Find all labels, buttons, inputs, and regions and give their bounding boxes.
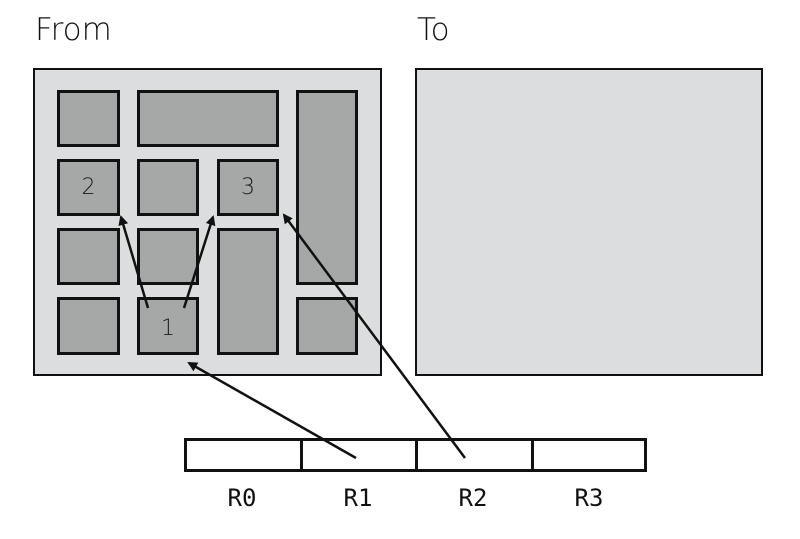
tile-tall <box>217 228 279 355</box>
register-cell-r3 <box>531 438 647 472</box>
register-cell-r2 <box>415 438 534 472</box>
tile <box>137 159 199 216</box>
register-cell-r1 <box>300 438 418 472</box>
tile-2: 2 <box>57 159 120 216</box>
tile <box>57 90 120 147</box>
tile-wide <box>137 90 279 147</box>
tile-1: 1 <box>137 297 199 355</box>
to-title: To <box>417 12 450 48</box>
tile <box>57 297 120 355</box>
register-label-r2: R2 <box>458 484 488 512</box>
tile-tall <box>296 90 358 285</box>
register-label-r1: R1 <box>343 484 373 512</box>
from-panel: 2 3 1 <box>33 68 382 376</box>
tile <box>57 228 120 285</box>
register-label-r3: R3 <box>574 484 604 512</box>
tile-label: 2 <box>81 175 96 200</box>
from-title: From <box>35 12 112 48</box>
register-bar <box>184 438 647 472</box>
to-panel <box>415 68 763 376</box>
tile <box>137 228 199 285</box>
register-label-r0: R0 <box>227 484 257 512</box>
tile-label: 3 <box>241 175 255 200</box>
tile-3: 3 <box>217 159 279 216</box>
tile-label: 1 <box>161 315 175 341</box>
tile <box>296 297 358 355</box>
register-cell-r0 <box>184 438 303 472</box>
